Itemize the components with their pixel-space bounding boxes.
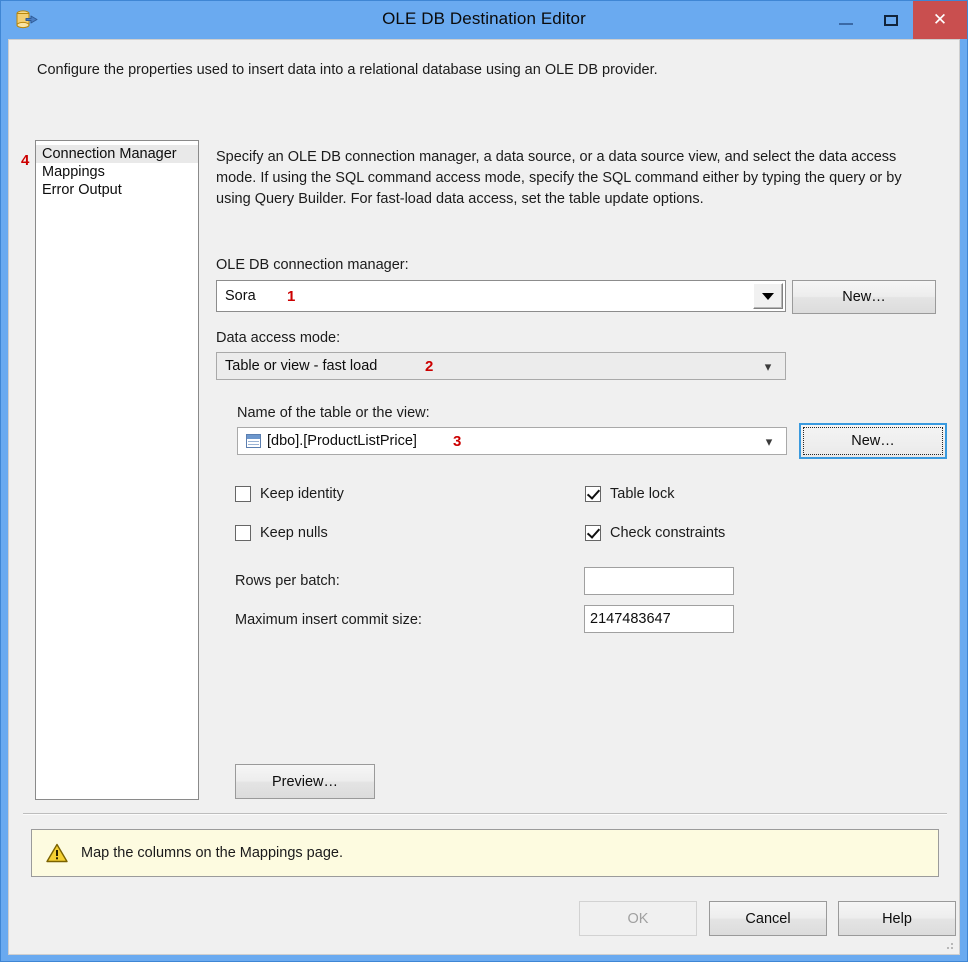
dialog-window: OLE DB Destination Editor ✕ Configure th… — [0, 0, 968, 962]
checkbox-box[interactable] — [585, 486, 601, 502]
ok-button[interactable]: OK — [579, 901, 697, 936]
chevron-down-icon[interactable] — [753, 283, 783, 309]
keep-identity-label: Keep identity — [260, 486, 344, 502]
checkbox-box[interactable] — [235, 525, 251, 541]
annotation-3: 3 — [453, 433, 462, 450]
new-table-button-label: New… — [851, 433, 895, 449]
maximize-button[interactable] — [868, 1, 913, 39]
keep-identity-checkbox[interactable]: Keep identity — [235, 486, 344, 502]
annotation-1: 1 — [287, 288, 296, 305]
check-constraints-label: Check constraints — [610, 525, 726, 541]
chevron-down-icon[interactable]: ▾ — [758, 435, 780, 448]
minimize-button[interactable] — [823, 1, 868, 39]
new-table-button[interactable]: New… — [799, 423, 947, 459]
page-list[interactable]: Connection Manager Mappings Error Output — [35, 140, 199, 800]
table-lock-label: Table lock — [610, 486, 675, 502]
maximize-icon — [883, 14, 898, 26]
check-constraints-checkbox[interactable]: Check constraints — [585, 525, 725, 541]
new-connection-manager-button[interactable]: New… — [792, 280, 936, 314]
connection-manager-combobox[interactable]: Sora — [216, 280, 786, 312]
annotation-2: 2 — [425, 358, 434, 375]
data-access-mode-combobox[interactable]: Table or view - fast load ▾ — [216, 352, 786, 380]
page-description: Specify an OLE DB connection manager, a … — [216, 149, 902, 207]
sidebar-item-error-output[interactable]: Error Output — [36, 181, 198, 199]
close-button[interactable]: ✕ — [913, 1, 967, 39]
data-access-mode-label: Data access mode: — [216, 330, 341, 346]
max-insert-commit-size-input[interactable]: 2147483647 — [584, 605, 734, 633]
checkbox-box[interactable] — [235, 486, 251, 502]
intro-text: Configure the properties used to insert … — [37, 62, 658, 78]
dialog-client-area: Configure the properties used to insert … — [8, 39, 960, 955]
rows-per-batch-label: Rows per batch: — [235, 573, 340, 589]
cancel-button[interactable]: Cancel — [709, 901, 827, 936]
rows-per-batch-input[interactable] — [584, 567, 734, 595]
checkbox-box[interactable] — [585, 525, 601, 541]
preview-button[interactable]: Preview… — [235, 764, 375, 799]
table-or-view-combobox[interactable]: [dbo].[ProductListPrice] ▾ — [237, 427, 787, 455]
keep-nulls-label: Keep nulls — [260, 525, 328, 541]
table-or-view-value: [dbo].[ProductListPrice] — [267, 433, 417, 449]
table-icon — [246, 434, 261, 448]
connection-manager-label: OLE DB connection manager: — [216, 257, 409, 273]
window-controls: ✕ — [823, 1, 967, 39]
footer-separator — [23, 813, 947, 814]
warning-bar: Map the columns on the Mappings page. — [31, 829, 939, 877]
help-button[interactable]: Help — [838, 901, 956, 936]
sidebar-item-mappings[interactable]: Mappings — [36, 163, 198, 181]
warning-triangle-icon — [46, 843, 68, 863]
title-bar: OLE DB Destination Editor ✕ — [1, 1, 967, 39]
max-insert-commit-size-label: Maximum insert commit size: — [235, 612, 422, 628]
data-access-mode-value: Table or view - fast load — [225, 358, 378, 374]
annotation-4: 4 — [21, 152, 30, 169]
connection-manager-value: Sora — [225, 288, 256, 304]
table-or-view-label: Name of the table or the view: — [237, 405, 430, 421]
table-lock-checkbox[interactable]: Table lock — [585, 486, 674, 502]
resize-grip[interactable] — [943, 939, 955, 951]
warning-text: Map the columns on the Mappings page. — [81, 845, 343, 861]
sidebar-item-connection-manager[interactable]: Connection Manager — [36, 145, 198, 163]
chevron-down-icon[interactable]: ▾ — [757, 360, 779, 373]
keep-nulls-checkbox[interactable]: Keep nulls — [235, 525, 328, 541]
